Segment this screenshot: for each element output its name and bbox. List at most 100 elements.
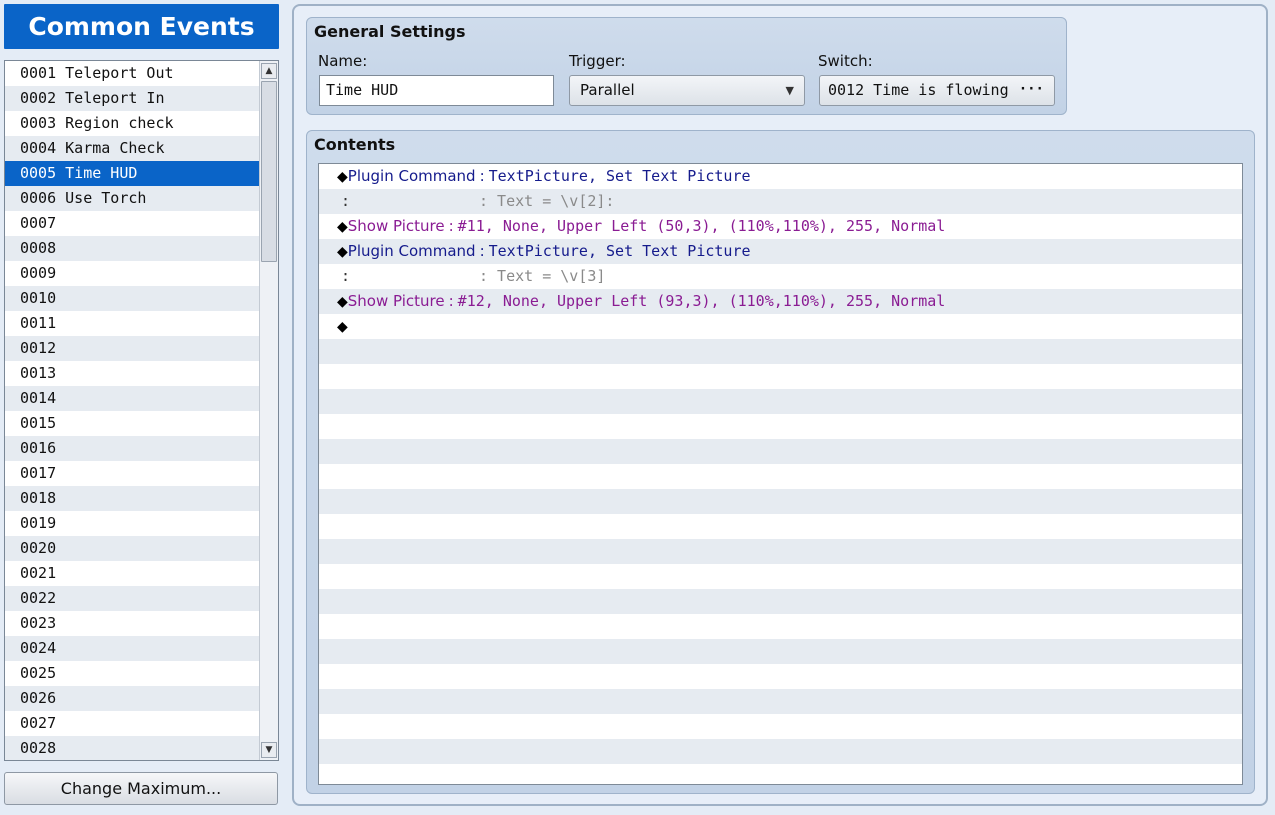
switch-value: 0012 Time is flowing bbox=[828, 81, 1009, 99]
contents-group: Contents ◆Plugin Command: TextPicture, Se… bbox=[306, 130, 1255, 794]
event-id: 0017 bbox=[20, 464, 57, 482]
event-list-item[interactable]: 0005 Time HUD bbox=[5, 161, 259, 186]
event-list-item[interactable]: 0024 bbox=[5, 636, 259, 661]
event-id: 0004 bbox=[20, 139, 57, 157]
event-name: Karma Check bbox=[56, 139, 165, 157]
diamond-icon: ◆ bbox=[337, 219, 348, 235]
event-id: 0025 bbox=[20, 664, 57, 682]
event-id: 0020 bbox=[20, 539, 57, 557]
event-list-item[interactable]: 0003 Region check bbox=[5, 111, 259, 136]
event-list-item[interactable]: 0002 Teleport In bbox=[5, 86, 259, 111]
event-name: Use Torch bbox=[56, 189, 147, 207]
event-list-item[interactable]: 0027 bbox=[5, 711, 259, 736]
event-list-item[interactable]: 0015 bbox=[5, 411, 259, 436]
common-events-title: Common Events bbox=[4, 4, 279, 49]
diamond-icon: ◆ bbox=[337, 169, 348, 185]
blank-row bbox=[319, 639, 1242, 664]
event-id: 0016 bbox=[20, 439, 57, 457]
command-separator: : bbox=[479, 242, 485, 260]
blank-row bbox=[319, 714, 1242, 739]
event-list-scrollbar[interactable]: ▲ ▼ bbox=[259, 61, 278, 760]
event-list-item[interactable]: 0026 bbox=[5, 686, 259, 711]
continuation-text: : Text = \v[2]: bbox=[479, 192, 615, 210]
event-id: 0028 bbox=[20, 739, 57, 757]
switch-label: Switch: bbox=[818, 52, 873, 70]
command-params: #11, None, Upper Left (50,3), (110%,110%… bbox=[457, 217, 946, 235]
switch-selector[interactable]: 0012 Time is flowing ··· bbox=[819, 75, 1055, 106]
event-editor-panel: General Settings Name: Time HUD Trigger:… bbox=[292, 4, 1268, 806]
event-command-empty[interactable]: ◆ bbox=[319, 314, 1242, 339]
event-list-item[interactable]: 0011 bbox=[5, 311, 259, 336]
event-list-item[interactable]: 0017 bbox=[5, 461, 259, 486]
event-command-row[interactable]: ◆Show Picture: #12, None, Upper Left (93,… bbox=[319, 289, 1242, 314]
event-id: 0021 bbox=[20, 564, 57, 582]
event-list-item[interactable]: 0014 bbox=[5, 386, 259, 411]
event-id: 0019 bbox=[20, 514, 57, 532]
command-separator: : bbox=[448, 292, 454, 310]
triangle-down-icon: ▼ bbox=[265, 745, 273, 755]
blank-row bbox=[319, 614, 1242, 639]
event-id: 0001 bbox=[20, 64, 57, 82]
event-list-item[interactable]: 0025 bbox=[5, 661, 259, 686]
chevron-down-icon: ▼ bbox=[785, 84, 794, 97]
event-id: 0006 bbox=[20, 189, 57, 207]
command-name: Show Picture bbox=[347, 217, 445, 235]
event-list-item[interactable]: 0021 bbox=[5, 561, 259, 586]
scroll-thumb[interactable] bbox=[261, 81, 277, 262]
event-command-row[interactable]: ◆Plugin Command: TextPicture, Set Text Pi… bbox=[319, 239, 1242, 264]
event-name: Teleport Out bbox=[56, 64, 174, 82]
event-id: 0008 bbox=[20, 239, 57, 257]
event-id: 0027 bbox=[20, 714, 57, 732]
scroll-down-button[interactable]: ▼ bbox=[261, 742, 277, 758]
event-command-row[interactable]: ◆Plugin Command: TextPicture, Set Text Pi… bbox=[319, 164, 1242, 189]
command-params: #12, None, Upper Left (93,3), (110%,110%… bbox=[457, 292, 946, 310]
event-id: 0003 bbox=[20, 114, 57, 132]
event-id: 0010 bbox=[20, 289, 57, 307]
event-command-row[interactable]: ◆Show Picture: #11, None, Upper Left (50,… bbox=[319, 214, 1242, 239]
trigger-label: Trigger: bbox=[569, 52, 626, 70]
blank-row bbox=[319, 339, 1242, 364]
event-list-item[interactable]: 0013 bbox=[5, 361, 259, 386]
blank-row bbox=[319, 489, 1242, 514]
diamond-icon: ◆ bbox=[337, 319, 348, 335]
change-maximum-button[interactable]: Change Maximum... bbox=[4, 772, 278, 805]
command-params: TextPicture, Set Text Picture bbox=[488, 167, 751, 185]
name-input[interactable]: Time HUD bbox=[319, 75, 554, 106]
event-list-item[interactable]: 0008 bbox=[5, 236, 259, 261]
event-id: 0011 bbox=[20, 314, 57, 332]
event-list[interactable]: 0001 Teleport Out 0002 Teleport In 0003 Re… bbox=[4, 60, 279, 761]
event-list-item[interactable]: 0001 Teleport Out bbox=[5, 61, 259, 86]
trigger-dropdown[interactable]: Parallel ▼ bbox=[569, 75, 805, 106]
event-list-item[interactable]: 0028 bbox=[5, 736, 259, 760]
blank-row bbox=[319, 739, 1242, 764]
event-list-item[interactable]: 0007 bbox=[5, 211, 259, 236]
event-command-continuation[interactable]: :: Text = \v[3] bbox=[319, 264, 1242, 289]
event-list-item[interactable]: 0010 bbox=[5, 286, 259, 311]
event-id: 0014 bbox=[20, 389, 57, 407]
contents-title: Contents bbox=[314, 135, 396, 154]
blank-row bbox=[319, 564, 1242, 589]
event-list-item[interactable]: 0018 bbox=[5, 486, 259, 511]
ellipsis-icon[interactable]: ··· bbox=[1019, 76, 1044, 103]
event-list-item[interactable]: 0022 bbox=[5, 586, 259, 611]
event-id: 0018 bbox=[20, 489, 57, 507]
event-name: Region check bbox=[56, 114, 174, 132]
event-id: 0024 bbox=[20, 639, 57, 657]
event-command-continuation[interactable]: :: Text = \v[2]: bbox=[319, 189, 1242, 214]
event-list-item[interactable]: 0006 Use Torch bbox=[5, 186, 259, 211]
event-list-item[interactable]: 0004 Karma Check bbox=[5, 136, 259, 161]
event-list-item[interactable]: 0020 bbox=[5, 536, 259, 561]
continuation-text: : Text = \v[3] bbox=[479, 267, 606, 285]
event-list-item[interactable]: 0016 bbox=[5, 436, 259, 461]
event-list-item[interactable]: 0012 bbox=[5, 336, 259, 361]
event-list-item[interactable]: 0023 bbox=[5, 611, 259, 636]
command-name: Show Picture bbox=[347, 292, 445, 310]
event-list-items: 0001 Teleport Out 0002 Teleport In 0003 Re… bbox=[5, 61, 259, 760]
event-name: Teleport In bbox=[56, 89, 165, 107]
event-list-item[interactable]: 0019 bbox=[5, 511, 259, 536]
event-list-item[interactable]: 0009 bbox=[5, 261, 259, 286]
event-command-list[interactable]: ◆Plugin Command: TextPicture, Set Text Pi… bbox=[318, 163, 1243, 785]
scroll-up-button[interactable]: ▲ bbox=[261, 63, 277, 79]
command-params: TextPicture, Set Text Picture bbox=[488, 242, 751, 260]
event-id: 0022 bbox=[20, 589, 57, 607]
